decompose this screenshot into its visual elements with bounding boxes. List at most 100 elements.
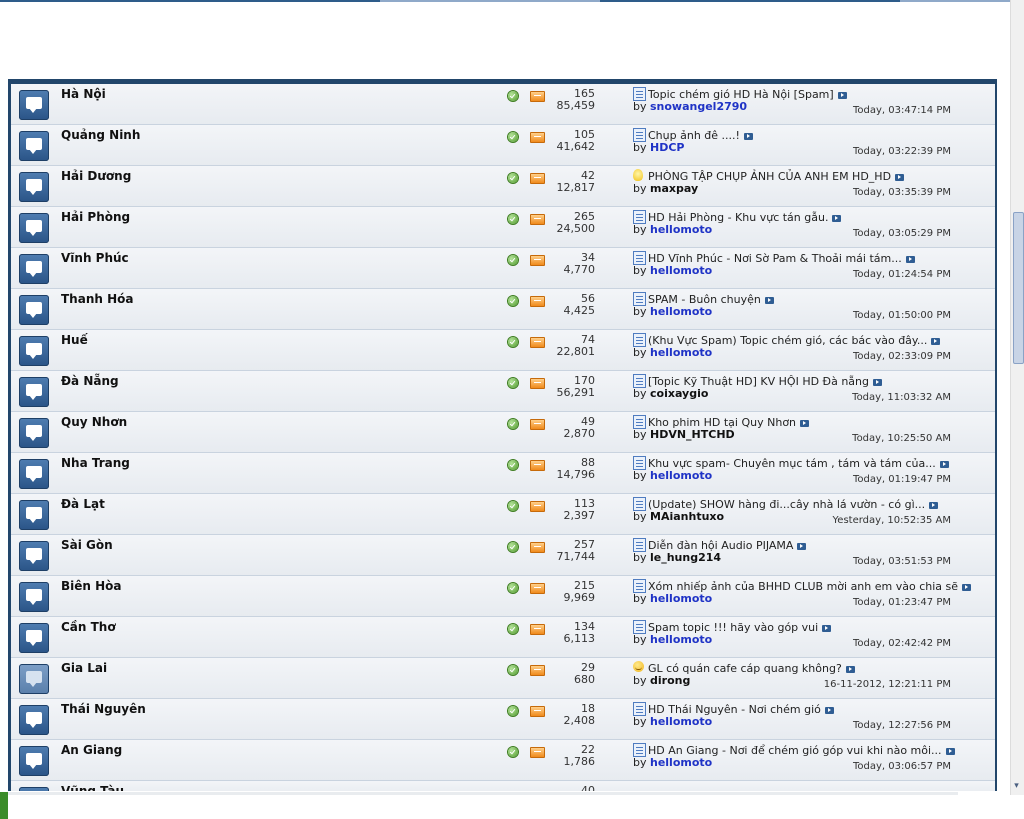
post-count: 12,817 bbox=[556, 181, 596, 194]
forum-bubble-icon[interactable] bbox=[19, 172, 49, 202]
go-to-last-post-icon[interactable] bbox=[797, 543, 807, 550]
forum-bubble-icon[interactable] bbox=[19, 254, 49, 284]
go-to-last-post-icon[interactable] bbox=[962, 584, 972, 591]
go-to-last-post-icon[interactable] bbox=[824, 707, 834, 714]
top-border-segment bbox=[600, 0, 900, 2]
by-label: by bbox=[633, 346, 647, 359]
forum-bubble-icon[interactable] bbox=[19, 90, 49, 120]
rss-icon[interactable] bbox=[530, 214, 545, 225]
scroll-down-arrow-icon[interactable]: ▾ bbox=[1012, 782, 1021, 791]
go-to-last-post-icon[interactable] bbox=[764, 297, 774, 304]
forum-bubble-icon[interactable] bbox=[19, 705, 49, 735]
author-link[interactable]: le_hung214 bbox=[650, 551, 721, 564]
go-to-last-post-icon[interactable] bbox=[939, 461, 949, 468]
forum-title-link[interactable]: Huế bbox=[61, 333, 88, 347]
rss-icon[interactable] bbox=[530, 378, 545, 389]
author-link[interactable]: hellomoto bbox=[650, 756, 712, 769]
go-to-last-post-icon[interactable] bbox=[945, 748, 955, 755]
go-to-last-post-icon[interactable] bbox=[929, 502, 939, 509]
document-icon bbox=[633, 538, 646, 552]
document-icon bbox=[633, 456, 646, 470]
last-post-time: Today, 11:03:32 AM bbox=[852, 392, 951, 403]
online-status-icon bbox=[508, 214, 518, 224]
go-to-last-post-icon[interactable] bbox=[800, 420, 810, 427]
go-to-last-post-icon[interactable] bbox=[905, 256, 915, 263]
author-link[interactable]: hellomoto bbox=[650, 469, 712, 482]
rss-icon[interactable] bbox=[530, 747, 545, 758]
forum-bubble-icon[interactable] bbox=[19, 582, 49, 612]
post-count: 41,642 bbox=[556, 140, 596, 153]
forum-bubble-icon[interactable] bbox=[19, 377, 49, 407]
rss-icon[interactable] bbox=[530, 419, 545, 430]
author-link[interactable]: maxpay bbox=[650, 182, 698, 195]
forum-title-link[interactable]: Hà Nội bbox=[61, 87, 106, 101]
forum-row: Quảng Ninh 105 41,642 Chụp ảnh đê ....! … bbox=[11, 125, 995, 166]
rss-icon[interactable] bbox=[530, 460, 545, 471]
forum-title-link[interactable]: Đà Lạt bbox=[61, 497, 105, 511]
forum-title-link[interactable]: Hải Dương bbox=[61, 169, 131, 183]
author-link[interactable]: hellomoto bbox=[650, 264, 712, 277]
author-link[interactable]: snowangel2790 bbox=[650, 100, 747, 113]
forum-title-link[interactable]: Hải Phòng bbox=[61, 210, 130, 224]
forum-title-link[interactable]: Thái Nguyên bbox=[61, 702, 146, 716]
author-link[interactable]: hellomoto bbox=[650, 305, 712, 318]
forum-title-link[interactable]: Thanh Hóa bbox=[61, 292, 133, 306]
forum-title-link[interactable]: Biên Hòa bbox=[61, 579, 122, 593]
rss-icon[interactable] bbox=[530, 501, 545, 512]
author-link[interactable]: coixaygio bbox=[650, 387, 708, 400]
forum-title-link[interactable]: Vĩnh Phúc bbox=[61, 251, 129, 265]
forum-bubble-icon[interactable] bbox=[19, 500, 49, 530]
author-link[interactable]: HDVN_HTCHD bbox=[650, 428, 735, 441]
author-link[interactable]: HDCP bbox=[650, 141, 684, 154]
forum-bubble-icon[interactable] bbox=[19, 213, 49, 243]
forum-bubble-icon[interactable] bbox=[19, 787, 49, 791]
forum-bubble-icon[interactable] bbox=[19, 664, 49, 694]
forum-title-link[interactable]: Nha Trang bbox=[61, 456, 130, 470]
forum-bubble-icon[interactable] bbox=[19, 295, 49, 325]
forum-title-link[interactable]: An Giang bbox=[61, 743, 122, 757]
scrollbar-thumb[interactable] bbox=[1013, 212, 1024, 364]
rss-icon[interactable] bbox=[530, 624, 545, 635]
forum-title-link[interactable]: Sài Gòn bbox=[61, 538, 113, 552]
rss-icon[interactable] bbox=[530, 665, 545, 676]
last-post-time: Today, 03:22:39 PM bbox=[852, 146, 951, 157]
go-to-last-post-icon[interactable] bbox=[931, 338, 941, 345]
page-scrollbar[interactable] bbox=[1010, 0, 1024, 795]
forum-title-link[interactable]: Quy Nhơn bbox=[61, 415, 127, 429]
forum-title-link[interactable]: Gia Lai bbox=[61, 661, 107, 675]
go-to-last-post-icon[interactable] bbox=[845, 666, 855, 673]
go-to-last-post-icon[interactable] bbox=[873, 379, 882, 386]
author-link[interactable]: dirong bbox=[650, 674, 690, 687]
forum-bubble-icon[interactable] bbox=[19, 131, 49, 161]
forum-title-link[interactable]: Cần Thơ bbox=[61, 620, 116, 634]
go-to-last-post-icon[interactable] bbox=[822, 625, 832, 632]
forum-bubble-icon[interactable] bbox=[19, 623, 49, 653]
rss-icon[interactable] bbox=[530, 337, 545, 348]
forum-bubble-icon[interactable] bbox=[19, 541, 49, 571]
rss-icon[interactable] bbox=[530, 255, 545, 266]
forum-title-link[interactable]: Đà Nẵng bbox=[61, 374, 119, 388]
author-link[interactable]: hellomoto bbox=[650, 223, 712, 236]
forum-title-link[interactable]: Quảng Ninh bbox=[61, 128, 140, 142]
forum-bubble-icon[interactable] bbox=[19, 746, 49, 776]
go-to-last-post-icon[interactable] bbox=[895, 174, 905, 181]
rss-icon[interactable] bbox=[530, 173, 545, 184]
forum-bubble-icon[interactable] bbox=[19, 418, 49, 448]
author-link[interactable]: MAianhtuxo bbox=[650, 510, 724, 523]
author-link[interactable]: hellomoto bbox=[650, 633, 712, 646]
rss-icon[interactable] bbox=[530, 542, 545, 553]
go-to-last-post-icon[interactable] bbox=[832, 215, 842, 222]
rss-icon[interactable] bbox=[530, 296, 545, 307]
rss-icon[interactable] bbox=[530, 91, 545, 102]
author-link[interactable]: hellomoto bbox=[650, 592, 712, 605]
author-link[interactable]: hellomoto bbox=[650, 346, 712, 359]
author-link[interactable]: hellomoto bbox=[650, 715, 712, 728]
forum-bubble-icon[interactable] bbox=[19, 459, 49, 489]
rss-icon[interactable] bbox=[530, 583, 545, 594]
forum-title-link[interactable]: Vũng Tàu bbox=[61, 784, 124, 791]
rss-icon[interactable] bbox=[530, 706, 545, 717]
forum-bubble-icon[interactable] bbox=[19, 336, 49, 366]
go-to-last-post-icon[interactable] bbox=[743, 133, 753, 140]
go-to-last-post-icon[interactable] bbox=[837, 92, 847, 99]
rss-icon[interactable] bbox=[530, 132, 545, 143]
